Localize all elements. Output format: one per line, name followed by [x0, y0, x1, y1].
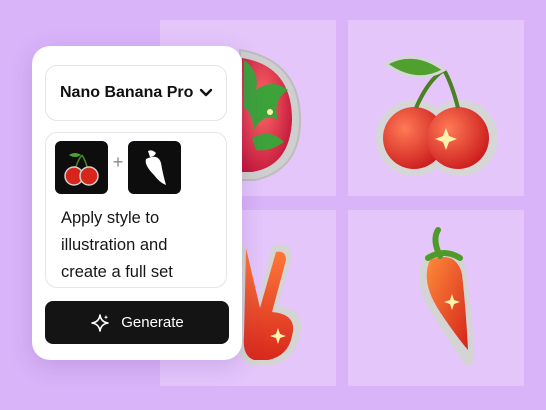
pepper-silhouette-icon	[145, 150, 166, 185]
sparkle-icon	[90, 313, 110, 333]
cherries-sticker	[376, 55, 498, 176]
cherries-icon	[64, 153, 99, 186]
model-select-dropdown[interactable]: Nano Banana Pro	[45, 65, 227, 121]
prompt-panel: Nano Banana Pro + Apply style to illustr…	[32, 46, 242, 360]
model-select-label: Nano Banana Pro	[60, 84, 194, 101]
chevron-down-icon	[199, 88, 213, 98]
gallery-tile-cherries[interactable]	[348, 20, 524, 196]
prompt-card[interactable]: + Apply style to illustration and create…	[45, 132, 227, 288]
generate-button[interactable]: Generate	[45, 301, 229, 344]
prompt-text[interactable]: Apply style to illustration and create a…	[61, 205, 221, 286]
generate-button-label: Generate	[121, 314, 184, 331]
plus-symbol: +	[112, 152, 124, 172]
prompt-line: create a full set	[61, 263, 173, 281]
gallery-tile-chili-pepper[interactable]	[348, 210, 524, 386]
cherries-reference-thumbnail[interactable]	[55, 141, 108, 194]
chili-pepper-sticker	[419, 227, 475, 367]
prompt-line: illustration and	[61, 236, 168, 254]
pepper-reference-thumbnail[interactable]	[128, 141, 181, 194]
prompt-line: Apply style to	[61, 209, 160, 227]
